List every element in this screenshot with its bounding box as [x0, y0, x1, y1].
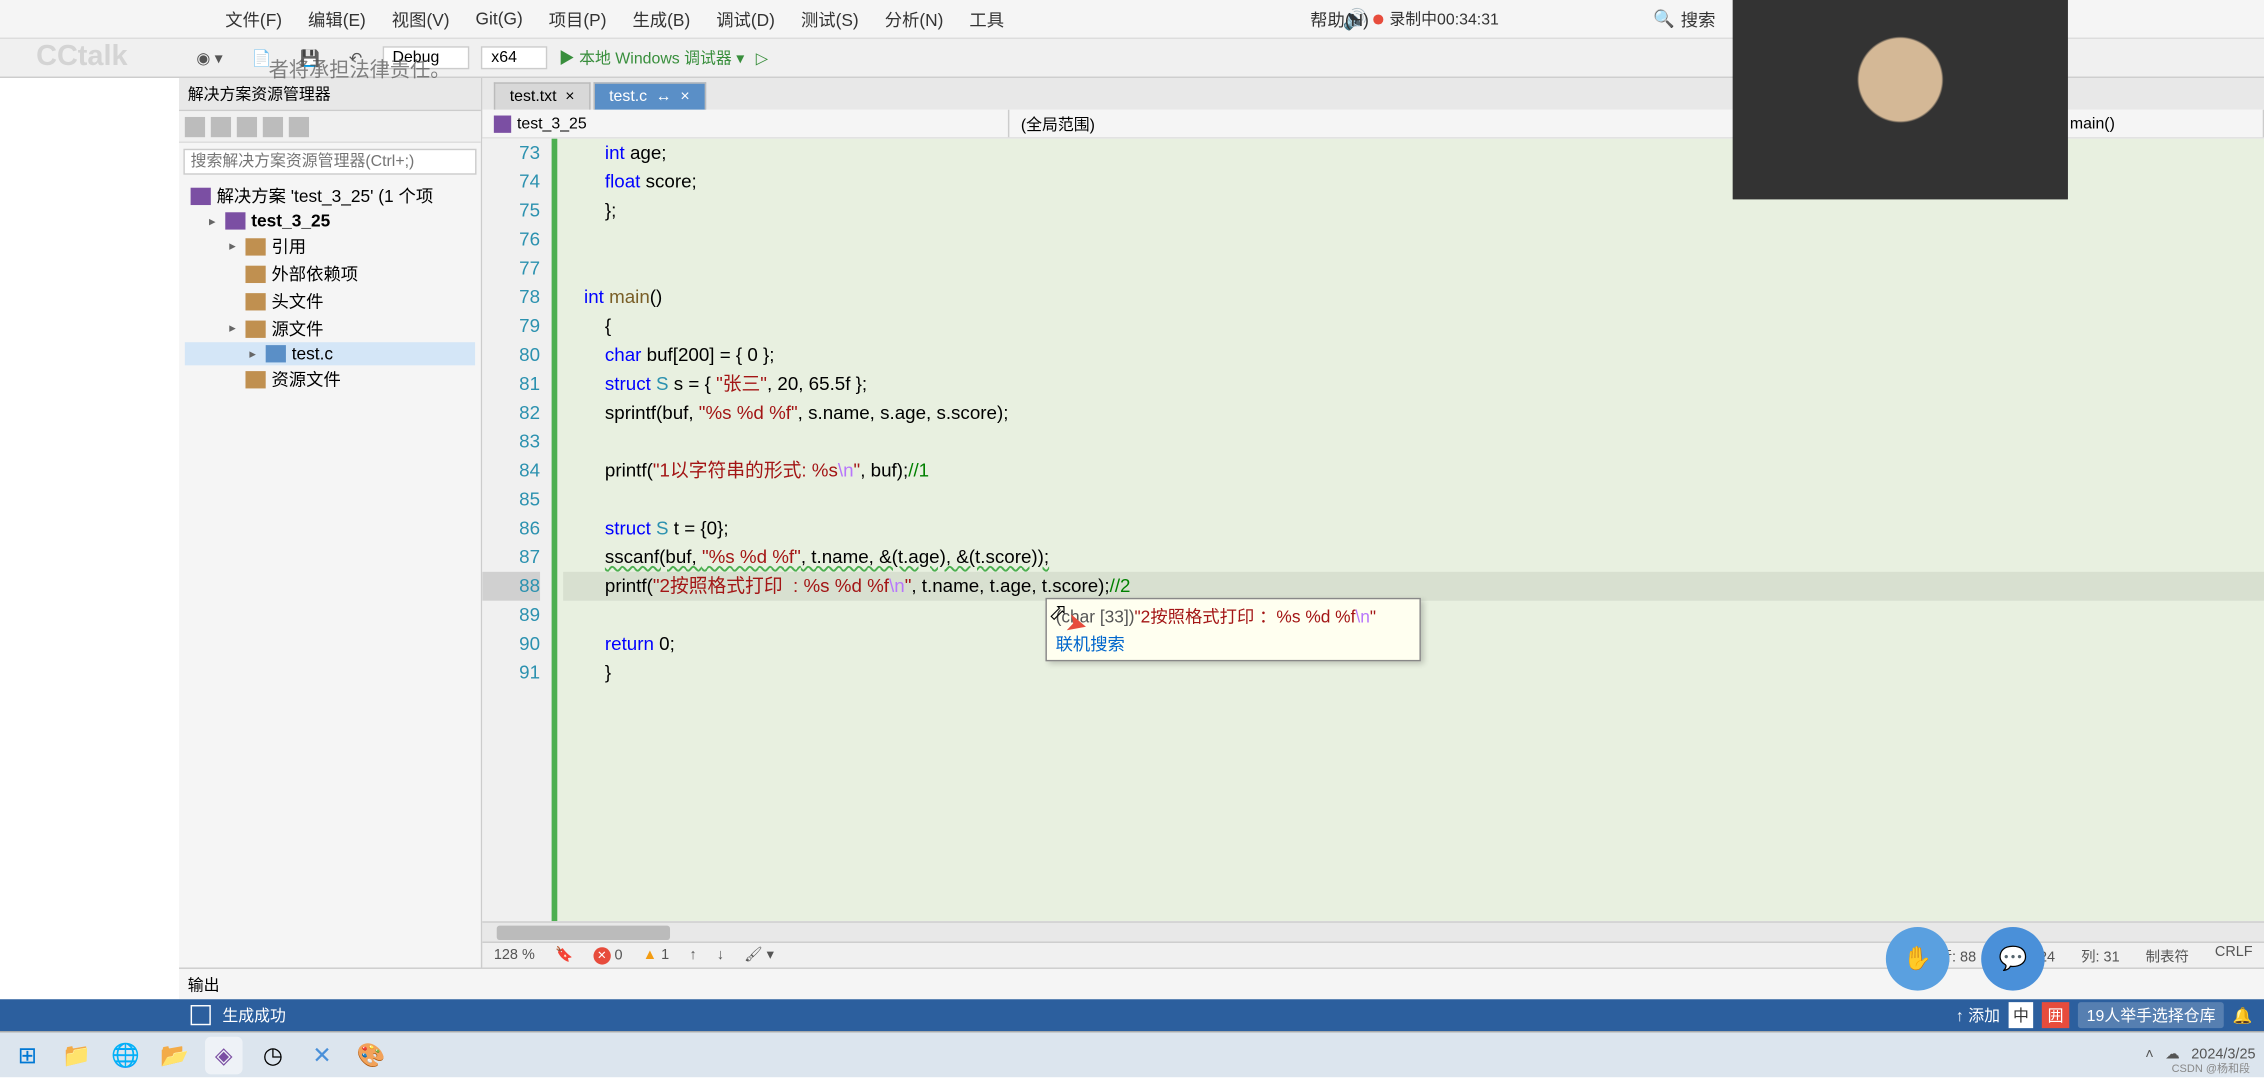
tray-up-icon[interactable]: ˄: [2145, 1047, 2153, 1063]
status-crlf[interactable]: CRLF: [2215, 944, 2253, 966]
tree-headers[interactable]: 头文件: [185, 287, 475, 314]
menu-tools[interactable]: 工具: [969, 6, 1004, 31]
home-icon[interactable]: [185, 116, 205, 136]
start-button[interactable]: ⊞: [9, 1036, 47, 1074]
brush-icon[interactable]: 🖌 ▾: [744, 947, 774, 963]
refresh-icon[interactable]: [211, 116, 231, 136]
tree-solution-root[interactable]: 解决方案 'test_3_25' (1 个项: [185, 182, 475, 209]
search-icon: 🔍: [1653, 9, 1675, 29]
bell-icon[interactable]: 🔔: [2233, 1006, 2253, 1025]
search-box-top[interactable]: 🔍 搜索: [1653, 6, 1715, 31]
close-icon[interactable]: ×: [565, 88, 574, 105]
build-status-icon: [191, 1005, 211, 1025]
watermark-logo: CCtalk: [36, 40, 127, 73]
hover-tooltip: (char [33])"2按照格式打印 ：%s %d %f\n" 联机搜索: [1045, 598, 1420, 662]
props-icon[interactable]: [289, 116, 309, 136]
sync-icon[interactable]: [263, 116, 283, 136]
taskbar-files[interactable]: 📂: [156, 1036, 194, 1074]
build-status-text: 生成成功: [222, 1004, 286, 1027]
solution-toolbar: [179, 111, 481, 143]
status-tabs[interactable]: 制表符: [2146, 944, 2189, 966]
breadcrumb-function[interactable]: ◉main(): [2039, 110, 2264, 137]
taskbar-app1[interactable]: ◷: [254, 1036, 292, 1074]
breadcrumb-project[interactable]: test_3_25: [482, 110, 1009, 137]
tree-sources[interactable]: ▸源文件: [185, 315, 475, 342]
menu-help[interactable]: 帮助(H): [1310, 6, 1369, 31]
menu-debug[interactable]: 调试(D): [716, 6, 775, 31]
tree-resources[interactable]: 资源文件: [185, 365, 475, 392]
tree-project[interactable]: ▸test_3_25: [185, 209, 475, 232]
platform-dropdown[interactable]: x64: [481, 46, 547, 69]
tab-test-c[interactable]: test.c↔×: [593, 82, 705, 109]
menu-project[interactable]: 项目(P): [549, 6, 607, 31]
zoom-level[interactable]: 128 %: [494, 947, 535, 963]
nav-down-icon[interactable]: ↓: [717, 947, 724, 963]
notif-badge[interactable]: 囲: [2042, 1002, 2069, 1028]
start-nodebug-button[interactable]: ▷: [756, 48, 768, 67]
bookmark-icon[interactable]: 🔖: [555, 947, 573, 963]
status-bar: 生成成功 ↑ 添加 中 囲 19人举手选择仓库 🔔: [0, 999, 2264, 1031]
tree-external-deps[interactable]: 外部依赖项: [185, 260, 475, 287]
watermark-text: 者将承担法律责任。: [269, 55, 451, 84]
float-hand-button[interactable]: ✋: [1886, 927, 1950, 991]
close-icon[interactable]: ×: [680, 88, 689, 105]
code-content[interactable]: int age; float score; }; int main() { ch…: [557, 139, 2264, 922]
windows-taskbar: ⊞ 📁 🌐 📂 ◈ ◷ ✕ 🎨 ˄ ☁ 2024/3/25: [0, 1031, 2264, 1077]
nav-up-icon[interactable]: ↑: [689, 947, 696, 963]
add-source-control[interactable]: ↑ 添加: [1956, 1004, 2000, 1027]
error-icon[interactable]: ✕: [593, 947, 610, 964]
webcam-overlay: [1733, 0, 2068, 199]
tab-test-txt[interactable]: test.txt×: [494, 82, 591, 109]
collapse-icon[interactable]: [237, 116, 257, 136]
tree-references[interactable]: ▸引用: [185, 232, 475, 259]
taskbar-explorer[interactable]: 📁: [58, 1036, 96, 1074]
menu-analyze[interactable]: 分析(N): [885, 6, 944, 31]
solution-tree: 解决方案 'test_3_25' (1 个项 ▸test_3_25 ▸引用 外部…: [179, 179, 481, 396]
menu-build[interactable]: 生成(B): [632, 6, 690, 31]
csdn-watermark: CSDN @杨和段: [2172, 1060, 2250, 1076]
float-chat-button[interactable]: 💬: [1981, 927, 2045, 991]
taskbar-vs[interactable]: ◈: [205, 1036, 243, 1074]
menu-file[interactable]: 文件(F): [225, 6, 282, 31]
notification-text[interactable]: 19人举手选择仓库: [2078, 1002, 2224, 1028]
tree-file-test-c[interactable]: ▸test.c: [185, 342, 475, 365]
editor-area: test.txt× test.c↔× test_3_25 (全局范围) ◉mai…: [482, 78, 2264, 968]
taskbar-app2[interactable]: ✕: [303, 1036, 341, 1074]
solution-explorer-panel: 解决方案资源管理器 解决方案 'test_3_25' (1 个项 ▸test_3…: [179, 78, 482, 968]
status-col: 列: 31: [2081, 944, 2120, 966]
menu-test[interactable]: 测试(S): [801, 6, 859, 31]
line-gutter: 73747576777879808182838485868788899091: [482, 139, 557, 922]
menu-view[interactable]: 视图(V): [392, 6, 450, 31]
record-dot-icon: [1373, 14, 1383, 24]
back-button[interactable]: ◉ ▾: [188, 45, 232, 70]
menu-git[interactable]: Git(G): [476, 9, 523, 29]
taskbar-edge[interactable]: 🌐: [107, 1036, 145, 1074]
warning-icon[interactable]: ▲: [643, 947, 657, 963]
solution-search-input[interactable]: [183, 149, 476, 175]
ime-indicator[interactable]: 中: [2009, 1002, 2034, 1028]
code-editor[interactable]: 73747576777879808182838485868788899091 i…: [482, 139, 2264, 922]
output-panel-header[interactable]: 输出: [179, 967, 2264, 999]
online-search-link[interactable]: 联机搜索: [1056, 631, 1411, 656]
menu-edit[interactable]: 编辑(E): [308, 6, 366, 31]
start-debug-button[interactable]: ▶ 本地 Windows 调试器 ▾: [559, 46, 744, 69]
taskbar-paint[interactable]: 🎨: [352, 1036, 390, 1074]
